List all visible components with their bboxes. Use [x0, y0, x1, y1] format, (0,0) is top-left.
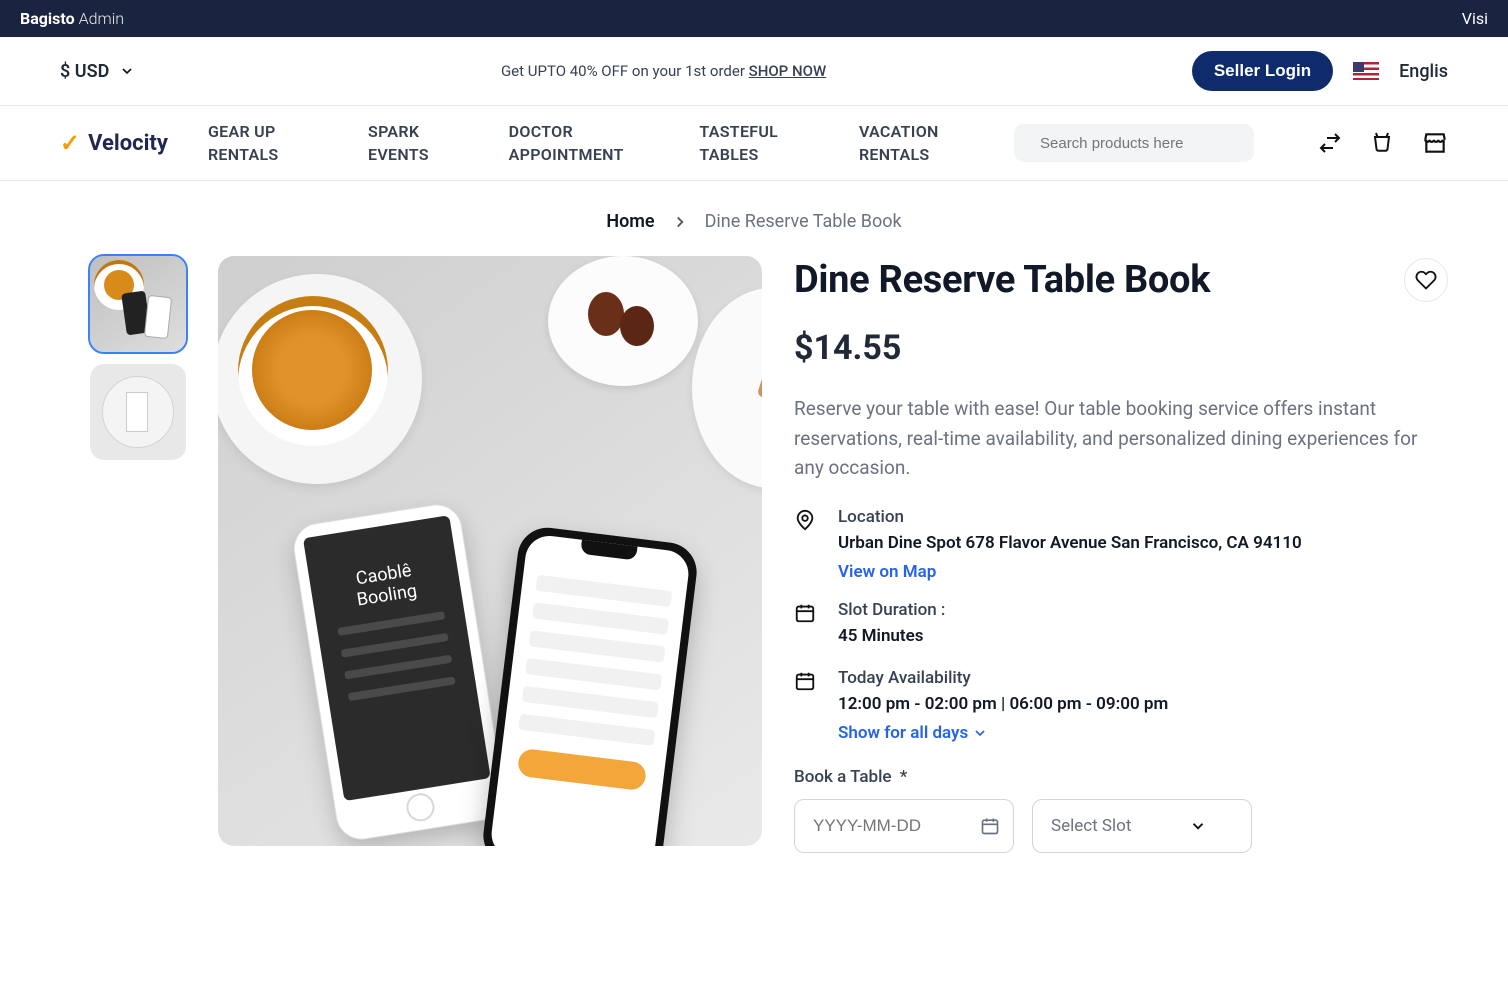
store-icon: [1422, 130, 1448, 156]
search-input[interactable]: [1040, 135, 1239, 152]
product-section: Caoblê Booling Dine Reserve Table Book $…: [0, 256, 1508, 893]
admin-brand: Bagisto: [20, 9, 75, 28]
admin-bar: BagistoAdmin Visi: [0, 0, 1508, 37]
product-description: Reserve your table with ease! Our table …: [794, 394, 1448, 482]
cart-icon: [1370, 131, 1394, 155]
slot-select[interactable]: Select Slot: [1032, 799, 1252, 853]
book-label: Book a Table *: [794, 767, 1448, 787]
book-section: Book a Table * Select Slot: [794, 767, 1448, 853]
calendar-icon: [794, 602, 816, 624]
logo-text: Velocity: [88, 131, 168, 156]
phone-overlay-text: Caoblê Booling: [323, 555, 448, 615]
search-box[interactable]: [1014, 124, 1254, 162]
currency-selector[interactable]: $ USD: [60, 61, 135, 82]
nav-doctor-appointment[interactable]: DOCTOR APPOINTMENT: [509, 120, 646, 166]
chevron-down-icon: [1189, 817, 1207, 835]
availability-info: Today Availability 12:00 pm - 02:00 pm |…: [794, 668, 1448, 744]
top-bar: $ USD Get UPTO 40% OFF on your 1st order…: [0, 37, 1508, 106]
product-main-image[interactable]: Caoblê Booling: [218, 256, 762, 846]
product-price: $14.55: [794, 328, 1448, 368]
chevron-right-icon: [671, 213, 689, 231]
logo[interactable]: ✓ Velocity: [60, 131, 168, 156]
product-title: Dine Reserve Table Book: [794, 258, 1210, 302]
thumbnail-1[interactable]: [90, 256, 186, 352]
product-details: Dine Reserve Table Book $14.55 Reserve y…: [794, 256, 1448, 853]
nav-spark-events[interactable]: SPARK EVENTS: [368, 120, 455, 166]
compare-icon: [1318, 131, 1342, 155]
chevron-down-icon: [972, 725, 988, 741]
seller-login-button[interactable]: Seller Login: [1192, 51, 1333, 91]
breadcrumb: Home Dine Reserve Table Book: [0, 181, 1508, 256]
calendar-icon: [794, 670, 816, 692]
nav-gear-up[interactable]: GEAR UP RENTALS: [208, 120, 314, 166]
thumbnail-list: [90, 256, 186, 853]
availability-value: 12:00 pm - 02:00 pm | 06:00 pm - 09:00 p…: [838, 692, 1168, 718]
language-label[interactable]: Englis: [1399, 61, 1448, 82]
flag-us-icon: [1353, 62, 1379, 80]
promo-link[interactable]: SHOP NOW: [749, 62, 827, 80]
location-icon: [794, 509, 816, 531]
thumbnail-2[interactable]: [90, 364, 186, 460]
wishlist-button[interactable]: [1404, 258, 1448, 302]
nav-tasteful-tables[interactable]: TASTEFUL TABLES: [699, 120, 805, 166]
admin-role: Admin: [79, 9, 124, 28]
logo-mark-icon: ✓: [60, 131, 80, 155]
view-on-map-link[interactable]: View on Map: [838, 562, 936, 582]
nav-vacation-rentals[interactable]: VACATION RENTALS: [859, 120, 974, 166]
main-nav: ✓ Velocity GEAR UP RENTALS SPARK EVENTS …: [0, 106, 1508, 181]
store-button[interactable]: [1422, 130, 1448, 156]
availability-label: Today Availability: [838, 668, 1168, 688]
cart-button[interactable]: [1370, 131, 1394, 155]
slot-select-label: Select Slot: [1051, 816, 1131, 836]
compare-button[interactable]: [1318, 131, 1342, 155]
calendar-icon: [980, 816, 1000, 836]
location-value: Urban Dine Spot 678 Flavor Avenue San Fr…: [838, 531, 1302, 557]
currency-label: $ USD: [60, 61, 109, 82]
slot-value: 45 Minutes: [838, 624, 945, 650]
breadcrumb-current: Dine Reserve Table Book: [705, 211, 902, 232]
location-label: Location: [838, 507, 1302, 527]
promo-text: Get UPTO 40% OFF on your 1st order SHOP …: [501, 62, 826, 80]
slot-info: Slot Duration : 45 Minutes: [794, 600, 1448, 650]
show-all-days-link[interactable]: Show for all days: [838, 723, 988, 743]
location-info: Location Urban Dine Spot 678 Flavor Aven…: [794, 507, 1448, 583]
heart-icon: [1415, 269, 1437, 291]
slot-label: Slot Duration :: [838, 600, 945, 620]
breadcrumb-home[interactable]: Home: [606, 211, 654, 232]
chevron-down-icon: [119, 63, 135, 79]
admin-right-link[interactable]: Visi: [1462, 9, 1488, 28]
